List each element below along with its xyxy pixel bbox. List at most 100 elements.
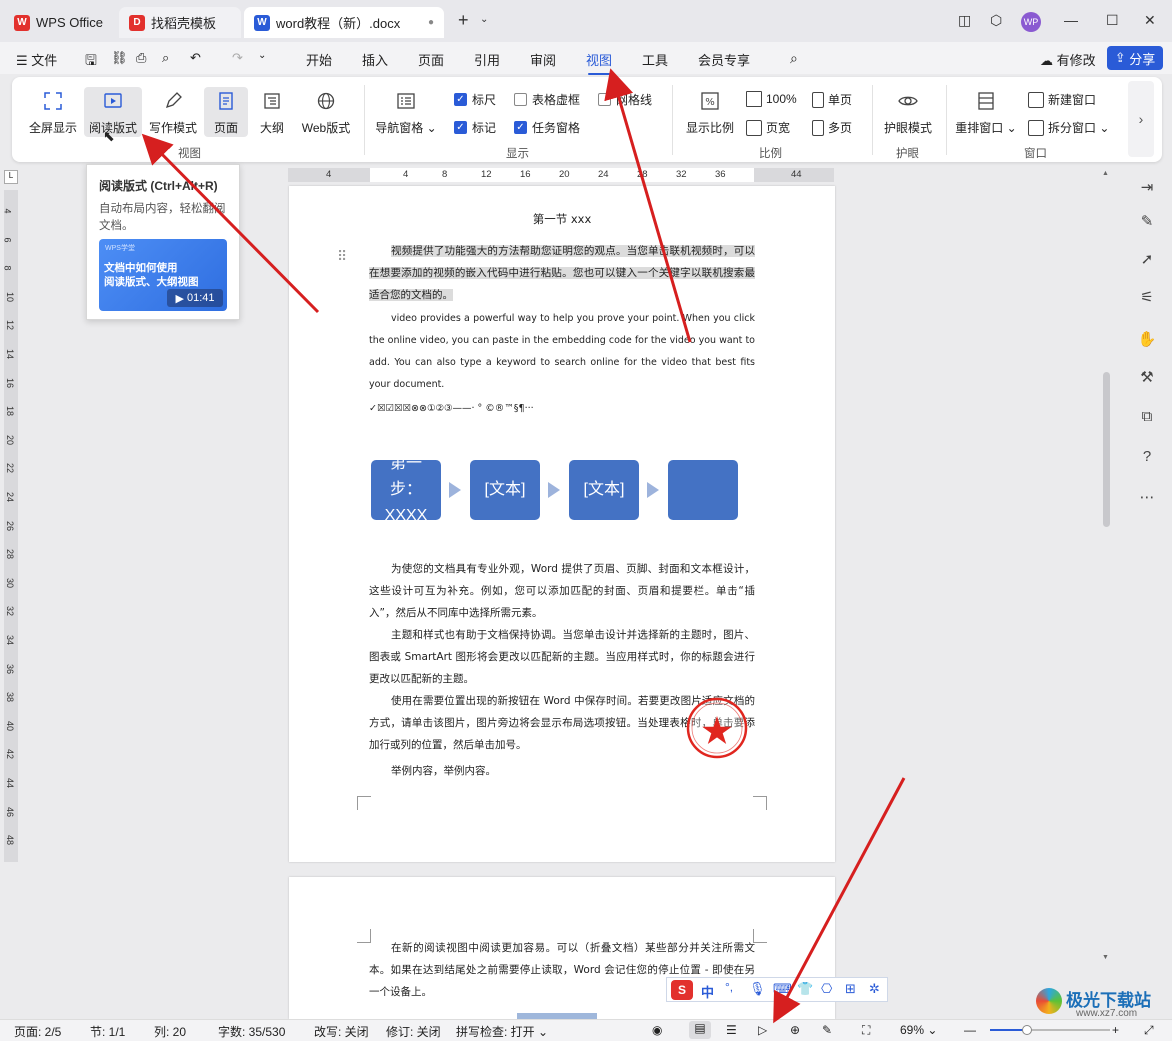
maximize-icon[interactable]: ☐ — [1106, 12, 1119, 29]
status-overwrite[interactable]: 改写: 关闭 — [314, 1023, 369, 1040]
status-section[interactable]: 节: 1/1 — [90, 1023, 125, 1040]
process-step-1[interactable]: 第一步：XXXX — [371, 455, 441, 524]
fit-page-icon[interactable]: ⛶ — [862, 1023, 870, 1038]
minimize-icon[interactable]: — — [1064, 12, 1078, 28]
new-tab-button[interactable]: + — [458, 10, 469, 31]
menu-start[interactable]: 开始 — [306, 50, 332, 69]
link-icon[interactable]: ⛓ — [111, 50, 128, 66]
marks-checkbox[interactable]: ✓ 标记 — [454, 119, 496, 136]
vertical-scrollbar-track[interactable]: ▲ ▼ — [1100, 166, 1113, 1018]
fullscreen-button[interactable]: 全屏显示 — [26, 89, 80, 136]
unsaved-dot-icon[interactable]: ● — [428, 17, 434, 28]
menu-tools[interactable]: 工具 — [642, 50, 668, 69]
reading-sidebar-icon[interactable]: ◫ — [958, 12, 971, 29]
more-chevron-icon[interactable]: ⌄ — [258, 50, 266, 61]
process-step-3[interactable]: [文本] — [569, 460, 639, 520]
writing-status-icon[interactable]: ✎ — [822, 1023, 832, 1037]
page-width-button[interactable]: 页宽 — [746, 119, 790, 136]
menu-page[interactable]: 页面 — [418, 50, 444, 69]
process-step-2[interactable]: [文本] — [470, 460, 540, 520]
select-cursor-icon[interactable]: ➚ — [1137, 250, 1157, 270]
tab-docer[interactable]: D 找稻壳模板 — [119, 7, 241, 38]
menu-reference[interactable]: 引用 — [474, 50, 500, 69]
print-preview-icon[interactable]: ⌕ — [162, 50, 169, 66]
sogou-logo-icon[interactable]: S — [671, 980, 693, 1000]
multi-page-button[interactable]: 多页 — [812, 119, 852, 136]
ime-settings-icon[interactable]: ✲ — [869, 981, 880, 997]
task-pane-checkbox[interactable]: ✓ 任务窗格 — [514, 119, 580, 136]
web-layout-button[interactable]: Web版式 — [298, 89, 354, 136]
eye-mode-button[interactable]: 护眼模式 — [878, 89, 938, 136]
ime-mode-chinese[interactable]: 中 — [701, 982, 714, 1001]
edit-pen-icon[interactable]: ✎ — [1137, 212, 1157, 232]
menu-member[interactable]: 会员专享 — [698, 50, 750, 69]
gridlines-checkbox[interactable]: 网格线 — [598, 91, 652, 108]
menu-view[interactable]: 视图 — [586, 50, 612, 75]
fullscreen-status-icon[interactable]: ⤢ — [1144, 1023, 1154, 1038]
nav-pane-button[interactable]: 导航窗格 ⌄ — [374, 89, 438, 136]
menu-review[interactable]: 审阅 — [530, 50, 556, 69]
ime-punctuation[interactable]: °, — [725, 980, 733, 994]
status-track-changes[interactable]: 修订: 关闭 — [386, 1023, 441, 1040]
undo-icon[interactable]: ↶ — [190, 50, 201, 66]
skin-shirt-icon[interactable]: 👕 — [797, 981, 813, 997]
tooltip-video-thumbnail[interactable]: WPS学堂 文档中如何使用 阅读版式、大纲视图 ▶ 01:41 — [99, 239, 227, 311]
scroll-up-icon[interactable]: ▲ — [1102, 170, 1109, 177]
ai-hand-icon[interactable]: ✋ — [1137, 330, 1157, 350]
menu-insert[interactable]: 插入 — [362, 50, 388, 69]
zoom-out-icon[interactable]: — — [964, 1023, 976, 1037]
rearrange-window-button[interactable]: 重排窗口 ⌄ — [954, 89, 1018, 136]
tools-icon[interactable]: ⚒ — [1137, 368, 1157, 388]
zoom-slider-handle[interactable] — [1022, 1025, 1032, 1035]
table-gridlines-checkbox[interactable]: 表格虚框 — [514, 91, 580, 108]
gamepad-icon[interactable]: ⎔ — [821, 981, 832, 997]
horizontal-ruler[interactable]: 4 4 8 12 16 20 24 28 32 36 44 — [288, 168, 834, 182]
cube-icon[interactable]: ⬡ — [990, 12, 1002, 29]
help-icon[interactable]: ? — [1137, 448, 1157, 468]
search-icon[interactable]: ⌕ — [790, 50, 798, 67]
page-view-button[interactable]: 页面 — [204, 87, 248, 137]
apps-grid-icon[interactable]: ⊞ — [845, 981, 856, 997]
ribbon-scroll-right-icon[interactable]: › — [1128, 81, 1154, 157]
tab-wps-office[interactable]: W WPS Office — [4, 7, 114, 38]
more-icon[interactable]: ⋯ — [1137, 488, 1157, 508]
vertical-ruler[interactable]: 4 6 8 10 12 14 16 18 20 22 24 26 28 30 32 34 36 38 40 42 44 4… — [3, 190, 18, 862]
zoom-level[interactable]: 69% ⌄ — [900, 1023, 937, 1037]
outline-button[interactable]: 大纲 — [252, 89, 292, 136]
zoom-ratio-button[interactable]: % 显示比例 — [680, 89, 740, 136]
microphone-icon[interactable]: 🎙 — [749, 981, 766, 997]
ruler-checkbox[interactable]: ✓ 标尺 — [454, 91, 496, 108]
zoom-slider[interactable] — [990, 1025, 1110, 1035]
share-button[interactable]: ⇪ 分享 — [1107, 46, 1163, 70]
status-word-count[interactable]: 字数: 35/530 — [218, 1023, 285, 1040]
redo-icon[interactable]: ↷ — [232, 50, 243, 66]
new-window-button[interactable]: 新建窗口 — [1028, 91, 1096, 108]
drag-handle-icon[interactable]: ⠿ — [337, 248, 347, 265]
eye-protection-icon[interactable]: ◉ — [652, 1023, 662, 1037]
process-step-4[interactable] — [668, 460, 738, 520]
reading-mode-status-icon[interactable]: ▷ — [758, 1023, 767, 1037]
save-icon[interactable]: 🖫 — [85, 50, 97, 74]
changes-indicator[interactable]: ☁ 有修改 — [1040, 50, 1096, 69]
map-book-icon[interactable]: ⧉ — [1137, 408, 1157, 428]
zoom-100-button[interactable]: 100% — [746, 91, 797, 107]
single-page-button[interactable]: 单页 — [812, 91, 852, 108]
ruler-corner-icon[interactable]: L — [4, 170, 18, 184]
tab-list-chevron-icon[interactable]: ⌄ — [480, 14, 488, 25]
avatar[interactable]: WP — [1021, 12, 1041, 32]
adjust-sliders-icon[interactable]: ⚟ — [1137, 288, 1157, 308]
page-view-status-icon[interactable]: ▤ — [689, 1021, 711, 1039]
close-icon[interactable]: ✕ — [1144, 12, 1156, 29]
file-menu[interactable]: ☰ 文件 — [16, 50, 57, 69]
web-layout-status-icon[interactable]: ⊕ — [790, 1023, 800, 1037]
scroll-down-icon[interactable]: ▼ — [1102, 954, 1109, 961]
status-page[interactable]: 页面: 2/5 — [14, 1023, 61, 1040]
tab-document[interactable]: W word教程（新）.docx ● — [244, 7, 444, 38]
collapse-panel-icon[interactable]: ⇥ — [1137, 178, 1157, 198]
writing-mode-button[interactable]: 写作模式 — [146, 89, 200, 136]
keyboard-icon[interactable]: ⌨ — [773, 981, 792, 997]
status-spell-check[interactable]: 拼写检查: 打开 ⌄ — [456, 1023, 548, 1040]
document-page-1[interactable]: 第一节 xxx ⠿ 视频提供了功能强大的方法帮助您证明您的观点。当您单击联机视频… — [289, 186, 835, 862]
outline-status-icon[interactable]: ☰ — [726, 1023, 737, 1037]
zoom-in-icon[interactable]: + — [1112, 1023, 1119, 1037]
